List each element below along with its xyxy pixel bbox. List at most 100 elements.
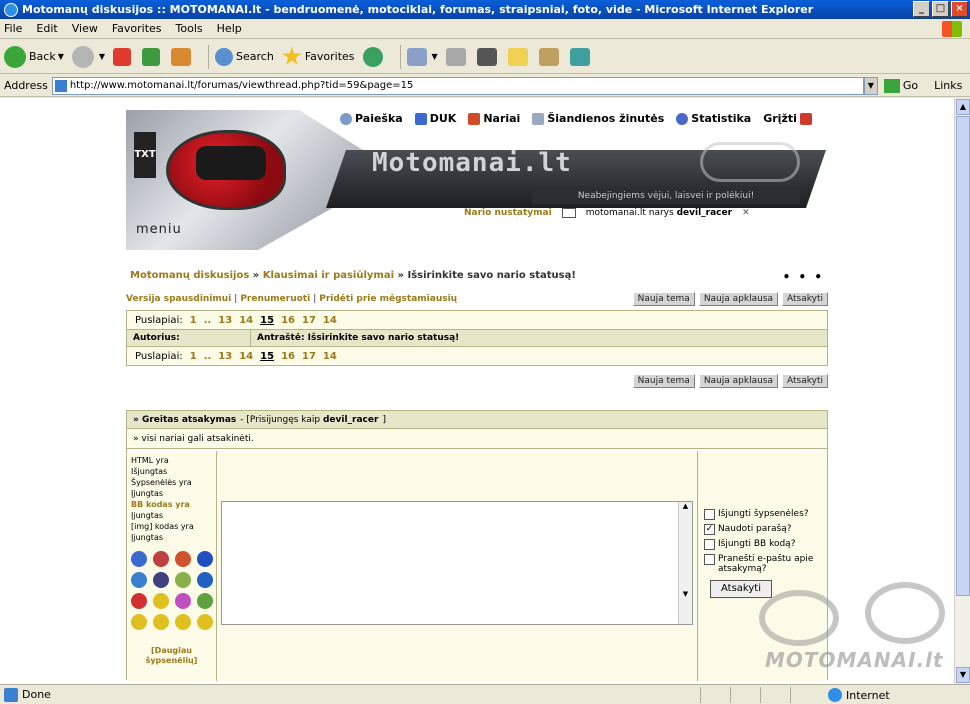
notes-button[interactable] (507, 47, 531, 66)
add-favorite-link[interactable]: Pridėti prie mėgstamiausių (319, 294, 457, 304)
message-textarea[interactable]: ▲ ▼ (221, 501, 693, 625)
site-logo[interactable]: Motomanai.lt (372, 148, 572, 178)
back-button[interactable]: Back ▼ (4, 45, 64, 68)
smiley-icon[interactable] (197, 572, 213, 588)
txt-tag: TXT (134, 132, 156, 178)
subscribe-link[interactable]: Prenumeruoti (240, 294, 310, 304)
option-disable-bbcode[interactable]: Išjungti BB kodą? (704, 539, 821, 550)
nav-members[interactable]: Nariai (468, 112, 520, 125)
forward-button[interactable]: ▼ (71, 45, 105, 68)
smiley-icon[interactable] (197, 593, 213, 609)
smiley-icon[interactable] (153, 572, 169, 588)
more-dots[interactable]: • • • (783, 270, 824, 284)
menu-help[interactable]: Help (217, 22, 242, 35)
research-button[interactable] (538, 47, 562, 66)
option-use-signature[interactable]: ✓ Naudoti parašą? (704, 524, 821, 535)
smiley-icon[interactable] (175, 593, 191, 609)
page-link[interactable]: 13 (218, 315, 232, 326)
nav-today-posts[interactable]: Šiandienos žinutės (532, 112, 664, 125)
menu-tools[interactable]: Tools (176, 22, 203, 35)
menu-view[interactable]: View (72, 22, 98, 35)
smiley-icon[interactable] (131, 551, 147, 567)
page-link[interactable]: 16 (281, 315, 295, 326)
checkbox-checked[interactable]: ✓ (704, 524, 715, 535)
smiley-icon[interactable] (197, 551, 213, 567)
vertical-scrollbar[interactable]: ▲ ▼ (954, 98, 970, 684)
member-settings-link[interactable]: Nario nustatymai (464, 208, 552, 218)
page-link[interactable]: 13 (218, 351, 232, 362)
menu-label[interactable]: meniu (136, 222, 182, 237)
page-link[interactable]: 14 (239, 315, 253, 326)
minimize-button[interactable]: _ (913, 1, 930, 17)
scroll-down-button[interactable]: ▼ (956, 667, 970, 683)
media-icon (362, 46, 383, 67)
new-topic-button[interactable]: Nauja tema (632, 374, 695, 388)
messenger-button[interactable] (569, 47, 593, 66)
smiley-icon[interactable] (197, 614, 213, 630)
stop-button[interactable] (113, 47, 134, 66)
address-dropdown[interactable]: ▼ (863, 76, 878, 95)
checkbox[interactable] (704, 539, 715, 550)
scroll-thumb[interactable] (956, 116, 970, 596)
menu-file[interactable]: File (4, 22, 22, 35)
textarea-scrollbar[interactable]: ▲ ▼ (678, 502, 692, 624)
chevron-down-icon[interactable]: ▼ (432, 52, 438, 61)
page-link[interactable]: 14 (323, 315, 337, 326)
page-link[interactable]: 14 (239, 351, 253, 362)
smiley-icon[interactable] (131, 572, 147, 588)
address-input[interactable]: http://www.motomanai.lt/forumas/viewthre… (51, 76, 864, 95)
mail-button[interactable]: ▼ (406, 47, 438, 66)
envelope-icon[interactable] (561, 208, 576, 218)
smiley-icon[interactable] (175, 551, 191, 567)
smiley-icon[interactable] (131, 593, 147, 609)
nav-statistics[interactable]: Statistika (676, 112, 751, 125)
breadcrumb: Motomanų diskusijos » Klausimai ir pasiū… (130, 270, 576, 281)
new-poll-button[interactable]: Nauja apklausa (698, 374, 779, 388)
smiley-icon[interactable] (175, 572, 191, 588)
option-disable-smileys[interactable]: Išjungti šypsenėles? (704, 509, 821, 520)
menu-edit[interactable]: Edit (36, 22, 57, 35)
topic-column-header: Antraštė: Išsirinkite savo nario statusą… (257, 333, 460, 343)
media-button[interactable] (362, 46, 386, 67)
breadcrumb-forum[interactable]: Motomanų diskusijos (130, 270, 249, 281)
favorites-button[interactable]: Favorites (282, 46, 355, 67)
edit-button[interactable] (476, 47, 500, 66)
maximize-button[interactable]: □ (932, 1, 949, 17)
links-button[interactable]: Links (934, 79, 962, 92)
home-button[interactable] (171, 47, 194, 66)
smiley-icon[interactable] (175, 614, 191, 630)
go-button[interactable]: Go (883, 78, 918, 93)
nav-back-home[interactable]: Grįžti (763, 112, 812, 125)
nav-search[interactable]: Paieška (340, 112, 403, 125)
search-button[interactable]: Search (215, 47, 274, 66)
smiley-icon[interactable] (153, 551, 169, 567)
smiley-icon[interactable] (153, 614, 169, 630)
page-link[interactable]: 14 (323, 351, 337, 362)
menu-favorites[interactable]: Favorites (112, 22, 162, 35)
close-button[interactable]: × (951, 1, 968, 17)
nav-faq[interactable]: DUK (414, 112, 456, 125)
logout-icon[interactable]: ✕ (742, 208, 750, 218)
chevron-down-icon[interactable]: ▼ (58, 52, 64, 61)
reply-button[interactable]: Atsakyti (782, 292, 828, 306)
page-link[interactable]: 16 (281, 351, 295, 362)
page-link[interactable]: 17 (302, 315, 316, 326)
chevron-down-icon[interactable]: ▼ (99, 52, 105, 61)
new-poll-button[interactable]: Nauja apklausa (698, 292, 779, 306)
smiley-icon[interactable] (153, 593, 169, 609)
smiley-icon[interactable] (131, 614, 147, 630)
more-smileys-link[interactable]: [Daugiau šypsenėlių] (131, 646, 212, 666)
top-navigation: Paieška DUK Nariai Šiandienos žinutės St… (340, 112, 812, 125)
reply-button[interactable]: Atsakyti (782, 374, 828, 388)
page-link[interactable]: 17 (302, 351, 316, 362)
breadcrumb-section[interactable]: Klausimai ir pasiūlymai (263, 270, 394, 281)
print-version-link[interactable]: Versija spausdinimui (126, 294, 231, 304)
checkbox[interactable] (704, 554, 715, 565)
page-link[interactable]: 1 (190, 315, 197, 326)
page-link[interactable]: 1 (190, 351, 197, 362)
new-topic-button[interactable]: Nauja tema (632, 292, 695, 306)
print-button[interactable] (445, 47, 469, 66)
scroll-up-button[interactable]: ▲ (956, 99, 970, 115)
refresh-button[interactable] (142, 47, 163, 66)
checkbox[interactable] (704, 509, 715, 520)
